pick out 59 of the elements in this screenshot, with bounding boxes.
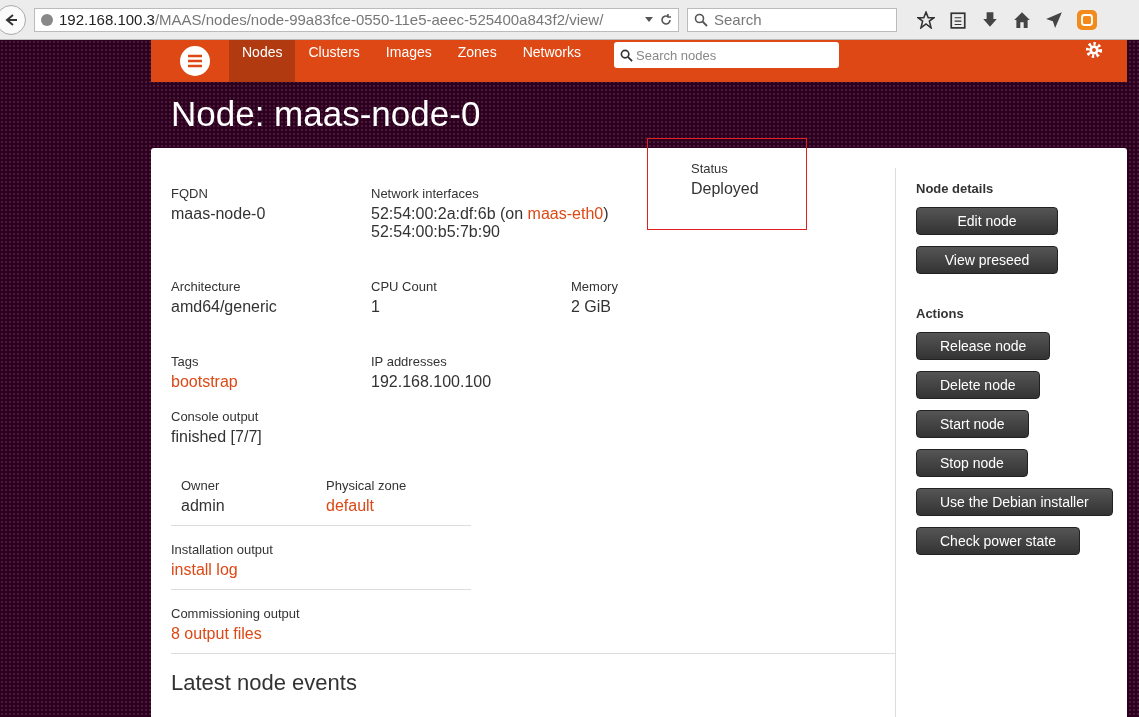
url-field[interactable]: 192.168.100.3/MAAS/nodes/node-99a83fce-0550-11e5-aeec-525400a843f2/view/: [34, 7, 679, 32]
nav-tab[interactable]: Networks: [509, 40, 595, 82]
field-value: bootstrap: [171, 373, 238, 391]
sidebar-heading: Actions: [916, 306, 965, 321]
field-value: admin: [181, 497, 225, 515]
action-button[interactable]: Release node: [916, 332, 1051, 360]
page-title: Node: maas-node-0: [170, 93, 482, 135]
field-value: 1: [371, 298, 380, 316]
back-arrow-icon: [3, 11, 19, 28]
nav-tab[interactable]: Images: [372, 40, 445, 82]
field-value: 2 GiB: [571, 298, 611, 316]
field-label: Memory: [571, 279, 619, 294]
field-label: Physical zone: [326, 478, 408, 493]
browser-search-field[interactable]: Search: [687, 7, 897, 32]
field-value: maas-node-0: [171, 205, 266, 223]
field-value: amd64/generic: [171, 298, 277, 316]
field-value: 192.168.100.100: [371, 373, 492, 391]
action-button[interactable]: Edit node: [916, 207, 1058, 235]
field-label: Network interfaces: [371, 186, 480, 201]
field-label: CPU Count: [371, 279, 438, 294]
search-icon: [620, 48, 634, 62]
field-label: Commissioning output: [171, 606, 301, 621]
back-button[interactable]: [0, 4, 26, 35]
node-search-field[interactable]: Search nodes: [614, 42, 840, 68]
nav-tab[interactable]: Nodes: [229, 40, 296, 82]
home-icon[interactable]: [1013, 10, 1031, 29]
field-link[interactable]: install log: [171, 561, 238, 578]
sidebar-heading: Node details: [916, 181, 995, 196]
nav-tab[interactable]: Zones: [444, 40, 510, 82]
action-button[interactable]: Check power state: [916, 527, 1080, 555]
clipboard-icon[interactable]: [949, 10, 967, 29]
send-icon[interactable]: [1045, 10, 1063, 29]
field-value: 52:54:00:2a:df:6b (on maas-eth0): [371, 205, 609, 223]
download-icon[interactable]: [981, 10, 999, 29]
action-button[interactable]: Start node: [916, 410, 1029, 438]
menu-icon[interactable]: [179, 45, 211, 77]
field-label: Tags: [171, 354, 200, 369]
action-button[interactable]: Stop node: [916, 449, 1028, 477]
reload-icon[interactable]: [659, 12, 673, 27]
nav-tab[interactable]: Clusters: [295, 40, 373, 82]
field-link[interactable]: 8 output files: [171, 625, 262, 642]
field-label: Status: [691, 161, 729, 176]
action-button[interactable]: Delete node: [916, 371, 1040, 399]
field-value: Deployed: [691, 180, 759, 198]
field-value: 52:54:00:b5:7b:90: [371, 223, 500, 241]
dropdown-icon[interactable]: [644, 15, 654, 24]
search-icon: [694, 12, 708, 27]
field-label: Installation output: [171, 542, 274, 557]
field-value: finished [7/7]: [171, 428, 262, 446]
field-label: Owner: [181, 478, 221, 493]
field-label: Architecture: [171, 279, 242, 294]
field-label: FQDN: [171, 186, 209, 201]
field-label: Console output: [171, 409, 260, 424]
action-button[interactable]: View preseed: [916, 246, 1058, 274]
action-button[interactable]: Use the Debian installer: [916, 488, 1113, 516]
section-heading: Latest node events: [171, 670, 358, 696]
field-label: IP addresses: [371, 354, 448, 369]
star-icon[interactable]: [917, 10, 935, 29]
field-link[interactable]: default: [326, 497, 375, 515]
